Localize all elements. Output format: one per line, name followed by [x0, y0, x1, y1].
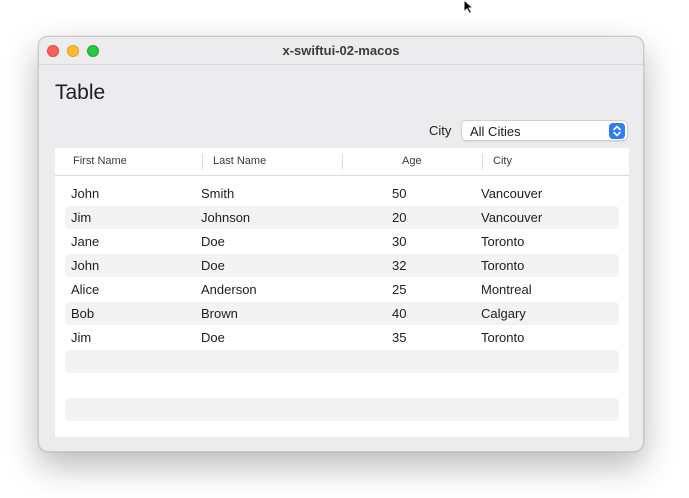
table-row[interactable]: Bob Brown 40 Calgary [65, 302, 619, 325]
cell-age: 30 [392, 234, 407, 249]
cell-city: Toronto [481, 330, 525, 345]
cell-last-name: Brown [201, 306, 238, 321]
page-title: Table [55, 81, 106, 104]
cell-last-name: Johnson [201, 210, 251, 225]
cell-first-name: Jim [71, 330, 92, 345]
cell-age: 40 [392, 306, 407, 321]
table-row[interactable]: John Smith 50 Vancouver [65, 182, 619, 205]
table-row[interactable]: Jim Doe 35 Toronto [65, 326, 619, 349]
cell-city: Montreal [481, 282, 532, 297]
table-header: First Name Last Name Age City [55, 148, 629, 176]
cell-age: 32 [392, 258, 407, 273]
column-header-city[interactable]: City [493, 155, 512, 167]
cell-first-name: Bob [71, 306, 95, 321]
cell-first-name: John [71, 258, 100, 273]
up-down-chevron-icon [609, 123, 625, 139]
app-window: x-swiftui-02-macos Table City All Cities… [38, 36, 644, 452]
mouse-cursor-icon [463, 0, 475, 14]
cell-city: Toronto [481, 234, 525, 249]
column-header-age[interactable]: Age [402, 155, 422, 167]
table-row[interactable]: Alice Anderson 25 Montreal [65, 278, 619, 301]
column-header-first-name[interactable]: First Name [73, 155, 127, 167]
city-filter-value: All Cities [470, 124, 521, 139]
cell-age: 20 [392, 210, 407, 225]
table-row[interactable]: Jim Johnson 20 Vancouver [65, 206, 619, 229]
cell-age: 25 [392, 282, 407, 297]
window-title: x-swiftui-02-macos [282, 43, 400, 58]
cell-first-name: Jane [71, 234, 100, 249]
column-header-last-name[interactable]: Last Name [213, 155, 266, 167]
cell-age: 50 [392, 186, 407, 201]
people-table: First Name Last Name Age City John Smith… [55, 148, 629, 437]
cell-first-name: Alice [71, 282, 100, 297]
city-filter-label: City [429, 123, 452, 138]
empty-table-row [65, 398, 619, 421]
column-divider[interactable] [202, 154, 203, 170]
cell-last-name: Doe [201, 234, 225, 249]
empty-table-row [65, 374, 619, 397]
cell-first-name: John [71, 186, 100, 201]
cell-city: Vancouver [481, 186, 543, 201]
table-row[interactable]: John Doe 32 Toronto [65, 254, 619, 277]
cell-city: Vancouver [481, 210, 543, 225]
cell-last-name: Smith [201, 186, 235, 201]
column-divider[interactable] [342, 154, 343, 170]
empty-table-row [65, 350, 619, 373]
cell-city: Toronto [481, 258, 525, 273]
title-bar: x-swiftui-02-macos [39, 37, 643, 65]
table-row[interactable]: Jane Doe 30 Toronto [65, 230, 619, 253]
column-divider[interactable] [482, 154, 483, 170]
cell-first-name: Jim [71, 210, 92, 225]
cell-last-name: Doe [201, 258, 225, 273]
cell-age: 35 [392, 330, 407, 345]
cell-last-name: Anderson [201, 282, 257, 297]
cell-city: Calgary [481, 306, 526, 321]
cell-last-name: Doe [201, 330, 225, 345]
city-filter-select[interactable]: All Cities [461, 120, 628, 141]
